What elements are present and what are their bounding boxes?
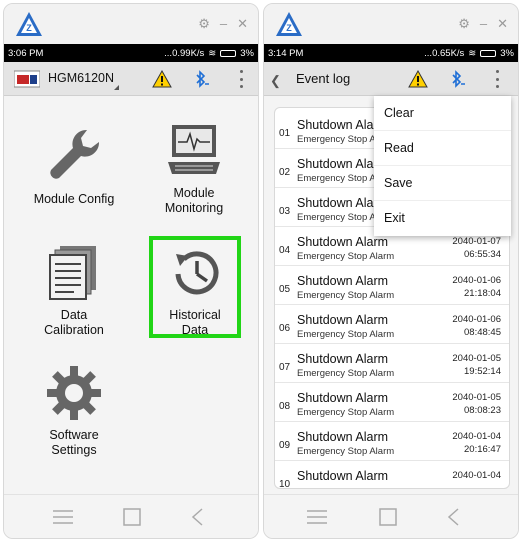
android-navbar xyxy=(4,494,258,538)
bluetooth-icon[interactable] xyxy=(448,70,466,88)
phone-screen-event-log: Z ⚙ – ✕ 3:14 PM ...0.65K/s ≋ 3% ❮ Event … xyxy=(263,3,519,539)
battery-level: 3% xyxy=(500,47,514,59)
app-toolbar: HGM6120N xyxy=(4,62,258,96)
software-settings-label: Software Settings xyxy=(49,428,99,457)
monitor-icon xyxy=(168,125,220,174)
wifi-icon: ≋ xyxy=(208,47,217,59)
minimize-icon[interactable]: – xyxy=(220,16,227,32)
history-clock-icon xyxy=(175,251,219,295)
bluetooth-icon[interactable] xyxy=(192,70,210,88)
status-time: 3:06 PM xyxy=(8,47,44,59)
menu-nav-icon[interactable] xyxy=(306,508,328,526)
historical-data-button[interactable]: Historical Data xyxy=(135,244,255,338)
window-titlebar: Z ⚙ – ✕ xyxy=(4,4,258,44)
data-calibration-label: Data Calibration xyxy=(44,308,104,337)
documents-icon xyxy=(49,246,96,300)
status-time: 3:14 PM xyxy=(268,47,304,59)
app-logo-icon: Z xyxy=(16,12,42,36)
module-config-button[interactable]: Module Config xyxy=(14,124,134,207)
list-item[interactable]: 09 Shutdown Alarm Emergency Stop Alarm 2… xyxy=(275,422,509,461)
back-icon[interactable]: ❮ xyxy=(270,73,281,89)
gear-settings-icon xyxy=(47,366,101,420)
menu-item-read[interactable]: Read xyxy=(374,131,511,166)
wifi-icon: ≋ xyxy=(468,47,477,59)
app-logo-icon: Z xyxy=(276,12,302,36)
window-titlebar: Z ⚙ – ✕ xyxy=(264,4,518,44)
more-vert-icon[interactable] xyxy=(238,70,244,88)
list-item[interactable]: 05 Shutdown Alarm Emergency Stop Alarm 2… xyxy=(275,266,509,305)
device-logo-icon xyxy=(14,70,40,88)
data-calibration-button[interactable]: Data Calibration xyxy=(14,244,134,338)
module-config-label: Module Config xyxy=(33,192,115,206)
gear-icon[interactable]: ⚙ xyxy=(198,16,210,32)
list-item[interactable]: 10 Shutdown Alarm 2040-01-04 xyxy=(275,461,509,488)
list-item[interactable]: 07 Shutdown Alarm Emergency Stop Alarm 2… xyxy=(275,344,509,383)
software-settings-button[interactable]: Software Settings xyxy=(14,364,134,458)
module-monitoring-label: Module Monitoring xyxy=(164,186,224,215)
menu-item-save[interactable]: Save xyxy=(374,166,511,201)
android-navbar xyxy=(264,494,518,538)
device-name-selector[interactable]: HGM6120N xyxy=(48,71,114,85)
back-nav-icon[interactable] xyxy=(190,508,204,526)
battery-level: 3% xyxy=(240,47,254,59)
list-item[interactable]: 06 Shutdown Alarm Emergency Stop Alarm 2… xyxy=(275,305,509,344)
svg-text:Z: Z xyxy=(26,23,32,33)
network-speed: ...0.65K/s xyxy=(424,47,465,59)
wrench-icon xyxy=(50,129,100,179)
close-icon[interactable]: ✕ xyxy=(497,16,508,32)
app-toolbar: ❮ Event log xyxy=(264,62,518,96)
module-monitoring-button[interactable]: Module Monitoring xyxy=(134,122,254,216)
status-bar: 3:14 PM ...0.65K/s ≋ 3% xyxy=(264,44,518,62)
home-nav-icon[interactable] xyxy=(379,508,397,526)
svg-text:Z: Z xyxy=(286,23,292,33)
menu-item-clear[interactable]: Clear xyxy=(374,96,511,131)
battery-icon xyxy=(220,49,237,57)
overflow-menu: Clear Read Save Exit xyxy=(374,96,511,236)
list-item[interactable]: 08 Shutdown Alarm Emergency Stop Alarm 2… xyxy=(275,383,509,422)
back-nav-icon[interactable] xyxy=(446,508,460,526)
battery-icon xyxy=(480,49,497,57)
historical-data-label: Historical Data xyxy=(169,308,221,337)
warning-icon[interactable] xyxy=(408,70,428,88)
close-icon[interactable]: ✕ xyxy=(237,16,248,32)
minimize-icon[interactable]: – xyxy=(480,16,487,32)
page-title: Event log xyxy=(296,71,351,86)
status-bar: 3:06 PM ...0.99K/s ≋ 3% xyxy=(4,44,258,62)
menu-nav-icon[interactable] xyxy=(52,508,74,526)
more-vert-icon[interactable] xyxy=(494,70,500,88)
network-speed: ...0.99K/s xyxy=(164,47,205,59)
gear-icon[interactable]: ⚙ xyxy=(458,16,470,32)
phone-screen-main-menu: Z ⚙ – ✕ 3:06 PM ...0.99K/s ≋ 3% HGM6120N xyxy=(3,3,259,539)
menu-item-exit[interactable]: Exit xyxy=(374,201,511,236)
dropdown-arrow-icon xyxy=(114,85,119,90)
home-nav-icon[interactable] xyxy=(123,508,141,526)
warning-icon[interactable] xyxy=(152,70,172,88)
